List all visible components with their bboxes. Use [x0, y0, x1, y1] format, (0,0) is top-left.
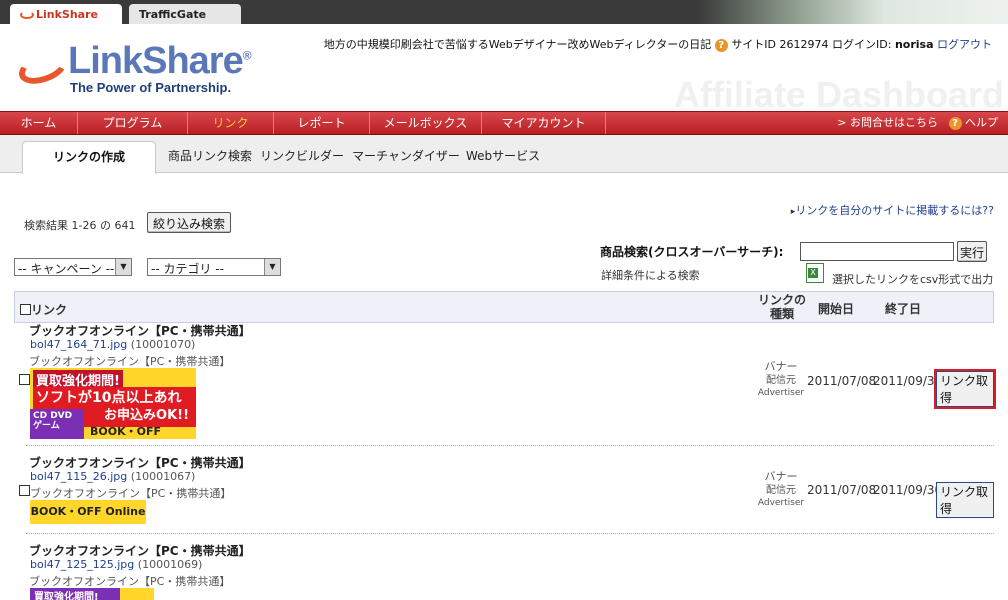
login-id-label: ログインID:: [832, 38, 892, 51]
filter-search-button[interactable]: 絞り込み検索: [147, 212, 231, 233]
row-divider: [26, 533, 994, 534]
select-all-checkbox[interactable]: [20, 304, 31, 315]
banner-text: CD DVD ゲーム: [30, 409, 84, 439]
help-icon[interactable]: ?: [948, 116, 962, 130]
row-start-date: 2011/07/08: [807, 374, 877, 388]
table-row: ブックオフオンライン【PC・携帯共通】 bol47_164_71.jpg (10…: [14, 322, 996, 446]
banner-text: お申込みOK!!: [101, 404, 192, 423]
row-end-date: 2011/09/30: [873, 374, 943, 388]
csv-export-link[interactable]: 選択したリンクをcsv形式で出力: [832, 271, 993, 287]
excel-icon[interactable]: X: [806, 263, 824, 283]
product-search-input[interactable]: [800, 242, 954, 261]
dropdown-arrow-icon: ▼: [115, 259, 131, 275]
row-start-date: 2011/07/08: [807, 483, 877, 497]
help-link[interactable]: ヘルプ: [965, 116, 998, 129]
banner-text: BOOK・OFF Online: [90, 425, 161, 438]
logo-wordmark: LinkShare®: [68, 40, 252, 82]
campaign-select-value: -- キャンペーン --: [18, 262, 115, 276]
row-link-type: バナー 配信元 Advertiser: [757, 360, 805, 398]
row-checkbox[interactable]: [19, 485, 30, 496]
tab-strip-gradient: [698, 0, 1008, 24]
row-link-type: バナー 配信元 Advertiser: [757, 470, 805, 508]
nav-right-links: > お問合せはこちら ? ヘルプ: [837, 112, 998, 134]
search-execute-button[interactable]: 実行: [957, 241, 987, 262]
banner-text: 買取強化期間!: [30, 588, 120, 600]
logout-link[interactable]: ログアウト: [937, 38, 992, 51]
campaign-select[interactable]: -- キャンペーン -- ▼: [14, 258, 132, 276]
tab-trafficgate[interactable]: TrafficGate: [129, 4, 241, 24]
header-end-date: 終了日: [885, 302, 922, 316]
row-title: ブックオフオンライン【PC・携帯共通】: [29, 544, 251, 558]
howto-link-container: ▸リンクを自分のサイトに掲載するには??: [791, 202, 994, 218]
howto-link[interactable]: リンクを自分のサイトに掲載するには??: [795, 204, 994, 217]
get-link-button[interactable]: リンク取得: [936, 482, 994, 518]
subnav-product-search[interactable]: 商品リンク検索: [168, 147, 252, 164]
advanced-search-link[interactable]: 詳細条件による検索: [601, 267, 700, 283]
row-checkbox[interactable]: [19, 374, 30, 385]
tab-linkshare[interactable]: LinkShare: [10, 4, 122, 24]
product-search-label: 商品検索(クロスオーバーサーチ):: [600, 245, 784, 259]
browser-tab-strip: LinkShare TrafficGate: [0, 0, 1008, 24]
contact-link[interactable]: お問合せはこちら: [850, 116, 938, 129]
banner-image: 買取強化期間! ソフトが10点以上あれば お申込みOK!! CD DVD ゲーム…: [30, 368, 196, 439]
user-info-bar: 地方の中規模印刷会社で苦悩するWebデザイナー改めWebディレクターの日記 ? …: [324, 36, 992, 52]
table-row: ブックオフオンライン【PC・携帯共通】 bol47_115_26.jpg (10…: [14, 454, 994, 534]
row-file[interactable]: bol47_125_125.jpg (10001069): [30, 558, 202, 571]
row-subtitle: ブックオフオンライン【PC・携帯共通】: [30, 487, 232, 500]
table-header: リンク リンクの種類 開始日 終了日: [14, 291, 994, 323]
header-start-date: 開始日: [818, 302, 855, 316]
get-link-button[interactable]: リンク取得: [934, 369, 996, 409]
row-title: ブックオフオンライン【PC・携帯共通】: [29, 324, 251, 338]
row-file[interactable]: bol47_164_71.jpg (10001070): [30, 338, 195, 351]
nav-links[interactable]: リンク: [188, 112, 274, 134]
main-content: 検索結果 1-26 の 641 絞り込み検索 ▸リンクを自分のサイトに掲載するに…: [0, 174, 1008, 600]
table-row: ブックオフオンライン【PC・携帯共通】 bol47_125_125.jpg (1…: [14, 542, 994, 600]
nav-reports[interactable]: レポート: [274, 112, 370, 134]
swoosh-icon: [20, 11, 34, 19]
login-id: norisa: [894, 38, 934, 51]
header-link: リンク: [31, 303, 68, 317]
tab-trafficgate-label: TrafficGate: [139, 8, 207, 21]
sub-nav: リンクの作成 商品リンク検索 リンクビルダー マーチャンダイザー Webサービス: [0, 135, 1008, 174]
row-end-date: 2011/09/30: [873, 483, 943, 497]
subnav-web-services[interactable]: Webサービス: [466, 147, 540, 164]
nav-programs[interactable]: プログラム: [78, 112, 188, 134]
row-subtitle: ブックオフオンライン【PC・携帯共通】: [29, 355, 231, 368]
help-icon[interactable]: ?: [714, 38, 728, 52]
logo-swoosh-icon: [14, 46, 72, 90]
page-header: LinkShare® The Power of Partnership. 地方の…: [0, 24, 1008, 111]
results-count: 検索結果 1-26 の 641: [24, 219, 136, 232]
nav-home[interactable]: ホーム: [0, 112, 78, 134]
header-link-type: リンクの種類: [757, 293, 806, 321]
logo-tagline: The Power of Partnership.: [70, 80, 232, 95]
category-select-value: -- カテゴリ --: [151, 262, 224, 276]
dashboard-watermark: Affiliate Dashboard: [673, 74, 1004, 111]
site-id: サイトID 2612974: [731, 38, 829, 51]
main-nav: ホーム プログラム リンク レポート メールボックス マイアカウント > お問合…: [0, 111, 1008, 135]
dropdown-arrow-icon: ▼: [264, 259, 280, 275]
row-subtitle: ブックオフオンライン【PC・携帯共通】: [29, 575, 231, 588]
chevron-right-icon: >: [837, 116, 847, 129]
tab-create-link[interactable]: リンクの作成: [22, 141, 156, 174]
row-divider: [26, 445, 994, 446]
category-select[interactable]: -- カテゴリ -- ▼: [147, 258, 281, 276]
nav-mailbox[interactable]: メールボックス: [370, 112, 482, 134]
row-file[interactable]: bol47_115_26.jpg (10001067): [30, 470, 195, 483]
nav-my-account[interactable]: マイアカウント: [482, 112, 606, 134]
banner-image: 買取強化期間!: [30, 588, 154, 600]
banner-image: BOOK・OFF Online: [30, 500, 146, 524]
subnav-merchandiser[interactable]: マーチャンダイザー: [352, 147, 460, 164]
subnav-link-builder[interactable]: リンクビルダー: [260, 147, 344, 164]
row-title: ブックオフオンライン【PC・携帯共通】: [29, 456, 251, 470]
site-name: 地方の中規模印刷会社で苦悩するWebデザイナー改めWebディレクターの日記: [323, 38, 712, 51]
tab-linkshare-label: LinkShare: [36, 8, 98, 21]
